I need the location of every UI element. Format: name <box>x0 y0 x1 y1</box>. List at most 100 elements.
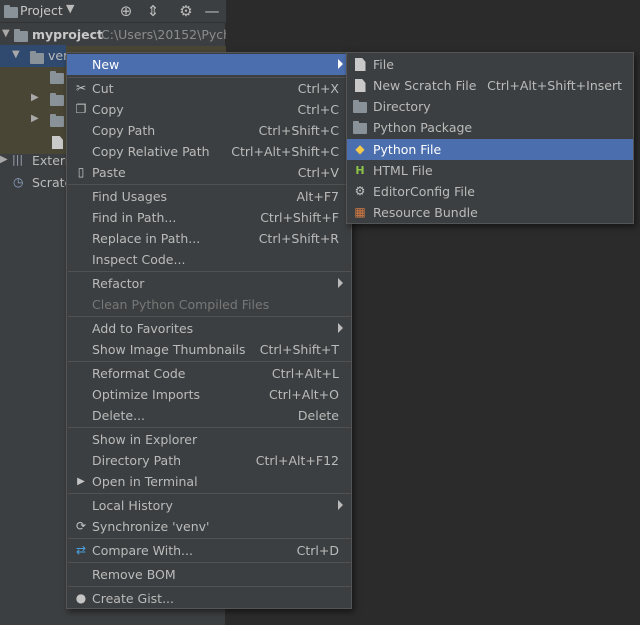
submenu-item-file[interactable]: File <box>347 54 633 75</box>
menu-item-new[interactable]: New <box>67 54 351 75</box>
file-icon <box>352 57 368 72</box>
compare-icon: ⇄ <box>75 543 87 557</box>
menu-item-label: Synchronize 'venv' <box>92 519 210 534</box>
menu-item-label: Reformat Code <box>92 366 186 381</box>
gear-icon: ⚙ <box>354 184 366 198</box>
folder-icon <box>352 99 368 114</box>
menu-item-shortcut: Ctrl+C <box>297 102 339 117</box>
venv-label: ven <box>48 48 66 63</box>
menu-item-label: Directory Path <box>92 453 182 468</box>
menu-item-label: Find Usages <box>92 189 168 204</box>
menu-item-show-in-explorer[interactable]: Show in Explorer <box>67 429 351 450</box>
package-folder-icon <box>352 120 368 135</box>
submenu-item-html-file[interactable]: H HTML File <box>347 160 633 181</box>
menu-item-clean-python-compiled: Clean Python Compiled Files <box>67 294 351 315</box>
menu-item-label: Cut <box>92 81 114 96</box>
menu-item-label: Remove BOM <box>92 567 176 582</box>
menu-separator <box>68 184 351 185</box>
menu-item-label: Find in Path... <box>92 210 177 225</box>
submenu-item-python-package[interactable]: Python Package <box>347 117 633 138</box>
menu-item-directory-path[interactable]: Directory Path Ctrl+Alt+F12 <box>67 450 351 471</box>
gear-icon[interactable]: ⚙ <box>176 1 196 21</box>
menu-item-label: Clean Python Compiled Files <box>92 297 270 312</box>
menu-item-label: Copy Relative Path <box>92 144 210 159</box>
menu-item-find-in-path[interactable]: Find in Path... Ctrl+Shift+F <box>67 207 351 228</box>
menu-item-copy-path[interactable]: Copy Path Ctrl+Shift+C <box>67 120 351 141</box>
folder-icon <box>50 93 64 106</box>
menu-item-label: Replace in Path... <box>92 231 201 246</box>
scratch-file-icon <box>352 78 368 93</box>
menu-item-optimize-imports[interactable]: Optimize Imports Ctrl+Alt+O <box>67 384 351 405</box>
menu-item-reformat-code[interactable]: Reformat Code Ctrl+Alt+L <box>67 363 351 384</box>
expand-arrow-icon[interactable]: ▶ <box>31 92 41 103</box>
menu-item-label: Refactor <box>92 276 145 291</box>
menu-item-label: Paste <box>92 165 126 180</box>
chevron-down-icon[interactable]: ▼ <box>66 2 74 15</box>
project-view-title[interactable]: Project <box>20 3 63 18</box>
menu-item-find-usages[interactable]: Find Usages Alt+F7 <box>67 186 351 207</box>
submenu-item-resource-bundle[interactable]: ▦ Resource Bundle <box>347 202 633 223</box>
submenu-item-label: HTML File <box>373 163 433 178</box>
menu-item-shortcut: Delete <box>297 408 339 423</box>
menu-separator <box>68 271 351 272</box>
hide-icon[interactable]: — <box>202 1 222 21</box>
submenu-arrow-icon <box>338 323 343 333</box>
menu-item-inspect-code[interactable]: Inspect Code... <box>67 249 351 270</box>
submenu-item-shortcut: Ctrl+Alt+Shift+Insert <box>487 78 622 93</box>
menu-item-label: Optimize Imports <box>92 387 201 402</box>
menu-item-label: Local History <box>92 498 173 513</box>
menu-item-refactor[interactable]: Refactor <box>67 273 351 294</box>
menu-item-remove-bom[interactable]: Remove BOM <box>67 564 351 585</box>
expand-arrow-icon[interactable]: ▶ <box>31 113 41 124</box>
menu-separator <box>68 586 351 587</box>
menu-item-synchronize[interactable]: ⟳ Synchronize 'venv' <box>67 516 351 537</box>
menu-item-cut[interactable]: ✂ Cut Ctrl+X <box>67 78 351 99</box>
tree-row-venv[interactable]: ▼ ven <box>0 45 66 67</box>
github-icon: ● <box>75 591 87 605</box>
scissors-icon: ✂ <box>75 81 87 95</box>
root-folder-path: C:\Users\20152\Pycha <box>101 27 226 42</box>
submenu-item-label: New Scratch File <box>373 78 477 93</box>
menu-item-shortcut: Ctrl+Alt+Shift+C <box>231 144 339 159</box>
submenu-item-label: Python Package <box>373 120 473 135</box>
menu-item-replace-in-path[interactable]: Replace in Path... Ctrl+Shift+R <box>67 228 351 249</box>
submenu-arrow-icon <box>338 278 343 288</box>
menu-item-show-image-thumbnails[interactable]: Show Image Thumbnails Ctrl+Shift+T <box>67 339 351 360</box>
menu-item-create-gist[interactable]: ● Create Gist... <box>67 588 351 609</box>
submenu-item-editorconfig-file[interactable]: ⚙ EditorConfig File <box>347 181 633 202</box>
menu-item-open-in-terminal[interactable]: ▶ Open in Terminal <box>67 471 351 492</box>
expand-arrow-icon[interactable]: ▼ <box>12 49 22 60</box>
menu-item-local-history[interactable]: Local History <box>67 495 351 516</box>
locate-icon[interactable]: ⊕ <box>116 1 136 21</box>
menu-separator <box>68 493 351 494</box>
submenu-arrow-icon <box>338 500 343 510</box>
submenu-item-python-file[interactable]: ◆ Python File <box>347 139 633 160</box>
menu-item-add-to-favorites[interactable]: Add to Favorites <box>67 318 351 339</box>
menu-item-shortcut: Ctrl+V <box>297 165 339 180</box>
menu-separator <box>68 361 351 362</box>
project-panel-header: Project ▼ ⊕ ⇕ ⚙ — <box>0 0 226 23</box>
new-submenu: File New Scratch File Ctrl+Alt+Shift+Ins… <box>346 52 634 224</box>
menu-item-label: Inspect Code... <box>92 252 186 267</box>
menu-item-delete[interactable]: Delete... Delete <box>67 405 351 426</box>
expand-arrow-icon[interactable]: ▶ <box>0 154 10 165</box>
menu-item-shortcut: Ctrl+Shift+T <box>259 342 339 357</box>
folder-icon <box>30 51 44 64</box>
menu-item-label: Copy <box>92 102 124 117</box>
collapse-all-icon[interactable]: ⇕ <box>143 1 163 21</box>
expand-arrow-icon[interactable]: ▼ <box>2 28 12 39</box>
submenu-item-new-scratch-file[interactable]: New Scratch File Ctrl+Alt+Shift+Insert <box>347 75 633 96</box>
menu-item-label: Create Gist... <box>92 591 175 606</box>
menu-item-label: Compare With... <box>92 543 193 558</box>
tree-row-myproject[interactable]: ▼ myproject C:\Users\20152\Pycha <box>0 24 226 46</box>
menu-item-copy[interactable]: ❐ Copy Ctrl+C <box>67 99 351 120</box>
scratches-icon: ◷ <box>13 175 24 189</box>
menu-item-shortcut: Ctrl+Alt+F12 <box>255 453 339 468</box>
menu-separator <box>68 538 351 539</box>
menu-item-paste[interactable]: ▯ Paste Ctrl+V <box>67 162 351 183</box>
menu-item-compare-with[interactable]: ⇄ Compare With... Ctrl+D <box>67 540 351 561</box>
menu-item-label: Add to Favorites <box>92 321 194 336</box>
submenu-item-directory[interactable]: Directory <box>347 96 633 117</box>
menu-item-copy-relative-path[interactable]: Copy Relative Path Ctrl+Alt+Shift+C <box>67 141 351 162</box>
menu-item-label: Show in Explorer <box>92 432 198 447</box>
